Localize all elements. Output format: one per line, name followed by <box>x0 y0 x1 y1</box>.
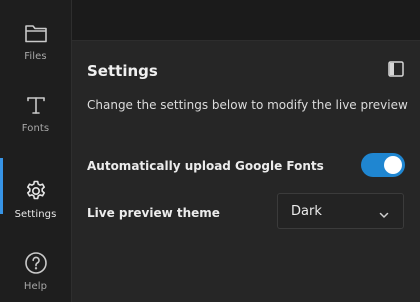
font-icon <box>23 92 49 118</box>
sidebar-item-files[interactable]: Files <box>0 0 71 72</box>
settings-panel: Settings Change the settings below to mo… <box>72 41 420 302</box>
theme-select-value: Dark <box>291 204 322 219</box>
auto-upload-toggle[interactable] <box>361 153 405 177</box>
sidebar-item-fonts[interactable]: Fonts <box>0 72 71 144</box>
sidebar-item-help[interactable]: Help <box>0 230 71 302</box>
help-icon <box>23 250 49 276</box>
auto-upload-label: Automatically upload Google Fonts <box>87 159 324 173</box>
sidebar-item-label: Files <box>24 51 47 62</box>
theme-select[interactable]: Dark <box>277 193 404 229</box>
sidebar-item-settings[interactable]: Settings <box>0 158 71 230</box>
page-title: Settings <box>87 62 158 80</box>
chevron-down-icon <box>378 206 390 218</box>
sidebar-item-label: Help <box>23 281 48 292</box>
settings-description: Change the settings below to modify the … <box>87 98 408 112</box>
theme-label: Live preview theme <box>87 206 220 220</box>
top-bar <box>72 0 420 41</box>
sidebar-toggle-icon[interactable] <box>387 60 405 78</box>
sidebar: Files Fonts Settings Help <box>0 0 72 302</box>
sidebar-item-label: Settings <box>14 209 57 220</box>
sidebar-item-label: Fonts <box>21 123 50 134</box>
toggle-knob <box>384 156 402 174</box>
gear-icon <box>23 178 49 204</box>
folder-icon <box>23 20 49 46</box>
